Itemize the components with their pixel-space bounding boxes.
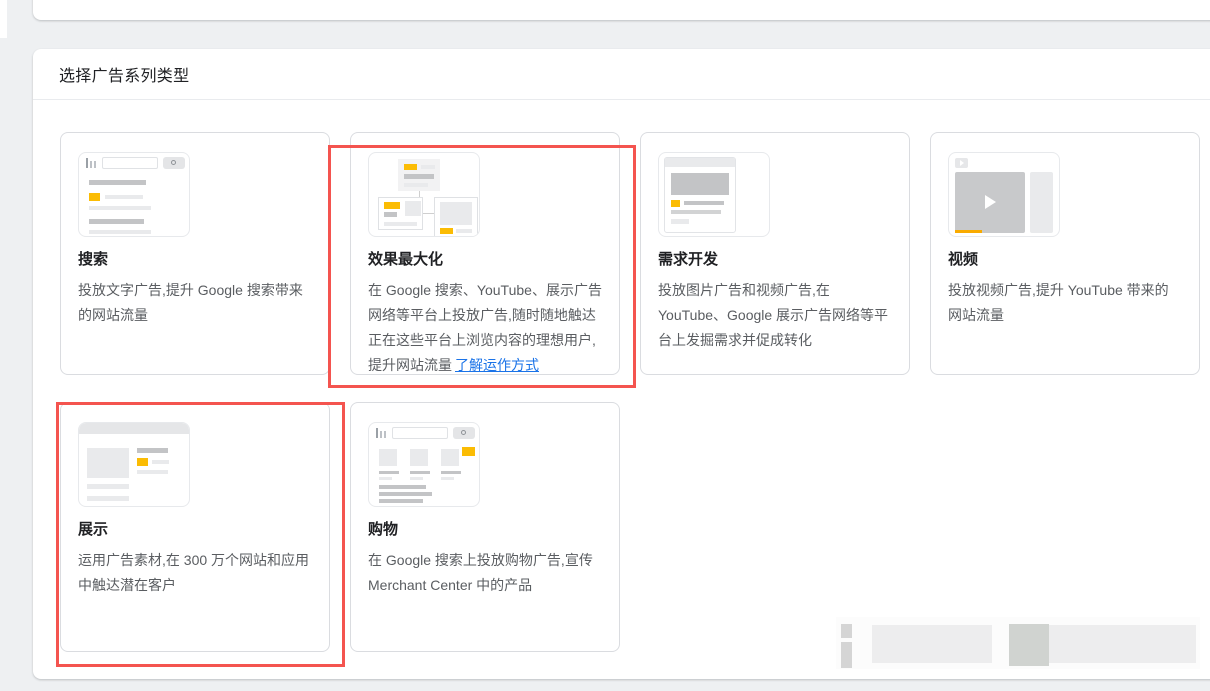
- serp-text-ad-illustration-icon: [78, 152, 190, 237]
- left-edge-sliver: [0, 0, 7, 38]
- campaign-card-search[interactable]: 搜索 投放文字广告,提升 Google 搜索带来的网站流量: [60, 132, 330, 375]
- progress-bar-shape: [955, 230, 982, 233]
- card-title-search: 搜索: [78, 248, 312, 269]
- magnifier-icon: [461, 430, 466, 435]
- shopping-results-illustration-icon: [368, 422, 480, 507]
- play-icon: [985, 195, 996, 209]
- page-title: 选择广告系列类型: [59, 62, 189, 86]
- magnifier-icon: [171, 160, 176, 165]
- campaign-card-shopping[interactable]: 购物 在 Google 搜索上投放购物广告,宣传 Merchant Center…: [350, 402, 620, 652]
- campaign-card-video[interactable]: 视频 投放视频广告,提升 YouTube 带来的网站流量: [930, 132, 1200, 375]
- play-icon: [960, 160, 964, 166]
- annotation-box-performance-max: [328, 145, 636, 388]
- campaign-card-demand-gen[interactable]: 需求开发 投放图片广告和视频广告,在 YouTube、Google 展示广告网络…: [640, 132, 910, 375]
- card-title-video: 视频: [948, 248, 1182, 269]
- card-title-shopping: 购物: [368, 518, 602, 539]
- youtube-logo-shape: [955, 158, 968, 168]
- search-box-shape: [392, 427, 448, 439]
- search-box-shape: [102, 157, 158, 169]
- card-desc-search: 投放文字广告,提升 Google 搜索带来的网站流量: [78, 278, 312, 328]
- search-button-shape: [163, 157, 185, 169]
- card-title-demand-gen: 需求开发: [658, 248, 892, 269]
- card-desc-demand-gen: 投放图片广告和视频广告,在 YouTube、Google 展示广告网络等平台上发…: [658, 278, 892, 353]
- video-frame-shape: [955, 172, 1025, 233]
- panel-header: 选择广告系列类型: [33, 49, 1210, 100]
- card-desc-shopping: 在 Google 搜索上投放购物广告,宣传 Merchant Center 中的…: [368, 548, 602, 598]
- previous-step-panel: [33, 0, 1210, 20]
- demand-gen-feed-illustration-icon: [658, 152, 770, 237]
- card-desc-video: 投放视频广告,提升 YouTube 带来的网站流量: [948, 278, 1182, 328]
- redacted-region: [836, 617, 1200, 669]
- annotation-box-display: [56, 402, 345, 667]
- search-button-shape: [453, 427, 475, 439]
- video-player-illustration-icon: [948, 152, 1060, 237]
